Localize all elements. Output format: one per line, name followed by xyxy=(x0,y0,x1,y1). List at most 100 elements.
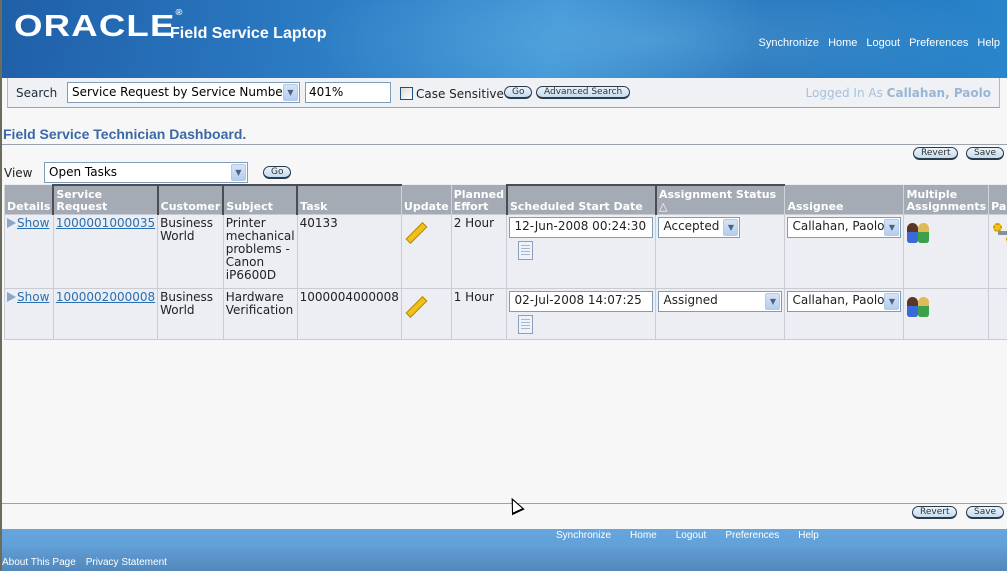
table-header-row: Details Service Request Customer Subject… xyxy=(4,184,1007,214)
footer-nav-preferences[interactable]: Preferences xyxy=(725,530,779,541)
service-request-cell: 1000002000008 xyxy=(52,287,159,340)
nav-home[interactable]: Home xyxy=(828,37,857,49)
pencil-icon[interactable] xyxy=(406,294,428,316)
service-request-link[interactable]: 1000001000035 xyxy=(56,216,155,230)
details-cell: Show xyxy=(4,287,54,340)
case-sensitive-checkbox[interactable] xyxy=(400,87,413,100)
privacy-statement-link[interactable]: Privacy Statement xyxy=(86,557,167,568)
expand-icon[interactable] xyxy=(7,292,16,302)
service-request-cell: 1000001000035 xyxy=(52,213,159,289)
tasks-table: Details Service Request Customer Subject… xyxy=(4,184,1007,340)
app-title: Field Service Laptop xyxy=(170,25,327,42)
nav-logout[interactable]: Logout xyxy=(866,37,900,49)
table-row: Show 1000002000008 Business World Hardwa… xyxy=(4,287,1007,340)
task-cell: 40133 xyxy=(296,213,402,289)
update-cell xyxy=(400,213,452,289)
search-go-button[interactable]: Go xyxy=(504,86,533,99)
footer-nav-logout[interactable]: Logout xyxy=(676,530,707,541)
assignment-status-value: Accepted xyxy=(663,218,720,233)
col-parts: Parts xyxy=(988,185,1007,214)
about-this-page-link[interactable]: About This Page xyxy=(2,557,76,568)
parts-cell xyxy=(988,287,1007,340)
expand-icon[interactable] xyxy=(7,218,16,228)
footer-links: About This Page Privacy Statement xyxy=(2,557,167,568)
search-bar: Search Service Request by Service Number… xyxy=(7,78,1000,108)
pencil-icon[interactable] xyxy=(406,220,428,242)
logo-text: ORACLE xyxy=(14,8,176,43)
scheduled-start-cell: 02-Jul-2008 14:07:25 xyxy=(506,287,657,340)
chevron-down-icon[interactable]: ▼ xyxy=(283,84,298,101)
parts-cell xyxy=(988,213,1007,289)
show-details-link[interactable]: Show xyxy=(17,216,49,230)
calendar-icon[interactable] xyxy=(518,314,534,334)
assignment-status-select[interactable]: Assigned ▼ xyxy=(658,290,783,312)
planned-effort-cell: 1 Hour xyxy=(450,287,508,340)
advanced-search-button[interactable]: Advanced Search xyxy=(536,86,631,99)
chevron-down-icon[interactable]: ▼ xyxy=(231,164,246,181)
view-go-button[interactable]: Go xyxy=(263,166,292,179)
chevron-down-icon[interactable]: ▼ xyxy=(884,292,900,310)
revert-button-bottom[interactable]: Revert xyxy=(912,506,958,519)
assignee-select[interactable]: Callahan, Paolo ▼ xyxy=(787,216,902,238)
nav-preferences[interactable]: Preferences xyxy=(909,37,968,49)
chevron-down-icon[interactable]: ▼ xyxy=(884,218,900,236)
customer-cell: Business World xyxy=(157,287,224,340)
footer: Synchronize Home Logout Preferences Help… xyxy=(0,529,1007,571)
chevron-down-icon[interactable]: ▼ xyxy=(723,218,739,236)
assignment-status-cell: Assigned ▼ xyxy=(655,287,786,340)
search-label: Search xyxy=(16,86,58,100)
show-details-link[interactable]: Show xyxy=(17,290,49,304)
parts-icon[interactable] xyxy=(993,222,1007,247)
col-assignment-status-label: Assignment Status xyxy=(658,187,777,201)
view-label: View xyxy=(4,166,33,180)
sort-ascending-icon: △ xyxy=(658,199,668,213)
assignment-status-value: Assigned xyxy=(663,292,718,307)
footer-nav: Synchronize Home Logout Preferences Help xyxy=(556,530,819,541)
save-button-top[interactable]: Save xyxy=(966,147,1005,160)
footer-nav-help[interactable]: Help xyxy=(798,530,819,541)
divider xyxy=(2,144,1007,145)
revert-button-top[interactable]: Revert xyxy=(913,147,959,160)
scheduled-start-input[interactable]: 12-Jun-2008 00:24:30 xyxy=(509,216,654,238)
col-subject[interactable]: Subject xyxy=(222,184,298,214)
chevron-down-icon[interactable]: ▼ xyxy=(765,292,781,310)
col-customer[interactable]: Customer xyxy=(156,184,224,214)
save-button-bottom[interactable]: Save xyxy=(966,506,1005,519)
assignee-cell: Callahan, Paolo ▼ xyxy=(784,213,905,289)
customer-cell: Business World xyxy=(157,213,224,289)
multiple-assignments-icon[interactable] xyxy=(906,221,932,243)
nav-synchronize[interactable]: Synchronize xyxy=(759,37,820,49)
col-task[interactable]: Task xyxy=(296,184,402,214)
case-sensitive-label: Case Sensitive xyxy=(416,87,504,101)
search-input[interactable]: 401% xyxy=(305,82,391,103)
scheduled-start-input[interactable]: 02-Jul-2008 14:07:25 xyxy=(509,290,654,312)
calendar-icon[interactable] xyxy=(518,240,534,260)
nav-help[interactable]: Help xyxy=(977,37,1000,49)
col-planned-effort: Planned Effort xyxy=(450,185,507,214)
logged-in-prefix: Logged In As xyxy=(805,86,883,100)
service-request-link[interactable]: 1000002000008 xyxy=(56,290,155,304)
logged-in-status: Logged In As Callahan, Paolo xyxy=(806,86,991,100)
multiple-assignments-cell xyxy=(903,287,990,340)
footer-nav-synchronize[interactable]: Synchronize xyxy=(556,530,611,541)
col-service-request[interactable]: Service Request xyxy=(52,184,158,214)
search-type-select[interactable]: Service Request by Service Number ▼ xyxy=(67,82,300,103)
assignee-value: Callahan, Paolo xyxy=(792,218,885,233)
col-assignment-status[interactable]: Assignment Status △ xyxy=(654,184,785,214)
task-cell: 1000004000008 xyxy=(296,287,402,340)
col-details: Details xyxy=(4,185,54,214)
mouse-cursor-icon xyxy=(505,494,525,516)
page-title: Field Service Technician Dashboard. xyxy=(3,126,247,142)
update-cell xyxy=(400,287,452,340)
footer-nav-home[interactable]: Home xyxy=(630,530,657,541)
col-scheduled-start[interactable]: Scheduled Start Date xyxy=(505,184,656,214)
view-select[interactable]: Open Tasks ▼ xyxy=(44,162,248,183)
window-edge xyxy=(0,0,2,571)
view-value: Open Tasks xyxy=(49,165,118,179)
assignment-status-select[interactable]: Accepted ▼ xyxy=(658,216,741,238)
oracle-logo: ORACLE® xyxy=(14,8,184,43)
multiple-assignments-icon[interactable] xyxy=(906,295,932,317)
assignee-select[interactable]: Callahan, Paolo ▼ xyxy=(787,290,902,312)
app-header: ORACLE® Field Service Laptop Synchronize… xyxy=(0,0,1007,78)
multiple-assignments-cell xyxy=(903,213,990,289)
